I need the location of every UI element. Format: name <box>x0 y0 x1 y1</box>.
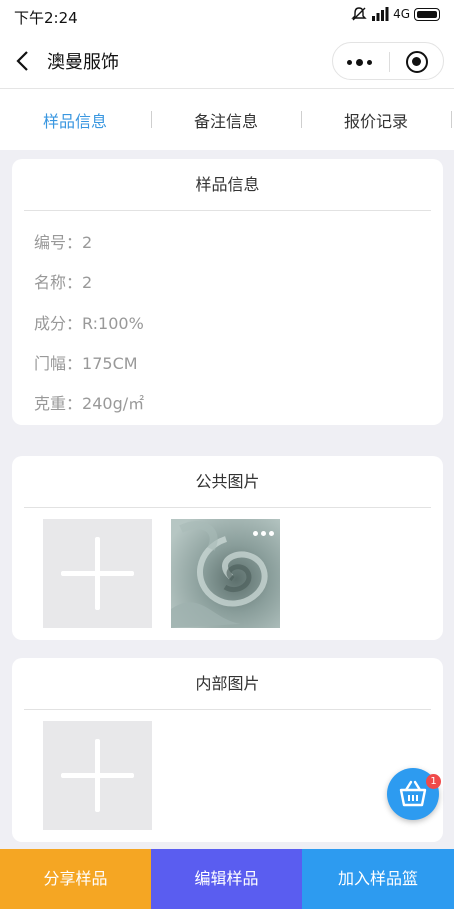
mute-icon <box>351 7 367 21</box>
tab-divider <box>451 111 452 128</box>
share-sample-button[interactable]: 分享样品 <box>0 849 151 909</box>
info-label: 名称 <box>34 273 67 292</box>
mini-program-capsule <box>332 42 444 80</box>
info-label: 门幅 <box>34 354 67 373</box>
status-bar: 下午2:24 4G <box>0 0 454 34</box>
close-target-icon[interactable] <box>406 51 428 73</box>
image-more-icon[interactable] <box>253 531 274 536</box>
sample-basket-button[interactable]: 1 <box>387 768 441 820</box>
add-image-button[interactable] <box>43 519 152 628</box>
info-label: 成分 <box>34 314 67 333</box>
add-to-basket-button[interactable]: 加入样品篮 <box>302 849 454 909</box>
sample-info-title: 样品信息 <box>24 159 431 211</box>
capsule-divider <box>389 52 390 72</box>
page-title: 澳曼服饰 <box>47 52 119 73</box>
info-value: 175CM <box>82 354 138 373</box>
info-row-weight: 克重：240g/㎡ <box>34 394 145 413</box>
network-label: 4G <box>393 7 410 21</box>
chevron-left-icon[interactable] <box>14 47 34 75</box>
add-internal-image-button[interactable] <box>43 721 152 830</box>
info-value: 2 <box>82 273 93 292</box>
internal-images-title: 内部图片 <box>24 658 431 710</box>
edit-sample-button[interactable]: 编辑样品 <box>151 849 302 909</box>
tab-bar: 样品信息 备注信息 报价记录 <box>0 88 454 150</box>
info-value: 2 <box>82 233 93 252</box>
public-images-card: 公共图片 <box>12 456 443 640</box>
info-label: 编号 <box>34 233 67 252</box>
status-icons: 4G <box>351 6 440 22</box>
status-time: 下午2:24 <box>14 9 78 27</box>
info-row-id: 编号：2 <box>34 233 93 252</box>
fabric-image-thumbnail[interactable] <box>171 519 280 628</box>
more-icon[interactable] <box>347 59 372 66</box>
info-label: 克重 <box>34 394 67 413</box>
nav-bar: 澳曼服饰 <box>0 34 454 88</box>
signal-icon <box>372 7 389 21</box>
info-row-width: 门幅：175CM <box>34 354 138 373</box>
info-row-composition: 成分：R:100% <box>34 314 144 333</box>
info-value: R:100% <box>82 314 144 333</box>
bottom-action-bar: 分享样品 编辑样品 加入样品篮 <box>0 849 454 909</box>
battery-icon <box>414 7 440 21</box>
basket-count-badge: 1 <box>426 774 441 789</box>
info-value: 240g/㎡ <box>82 394 145 413</box>
internal-images-card: 内部图片 <box>12 658 443 842</box>
public-images-title: 公共图片 <box>24 456 431 508</box>
tab-quote-records[interactable]: 报价记录 <box>301 108 451 132</box>
tab-sample-info[interactable]: 样品信息 <box>0 108 150 132</box>
info-row-name: 名称：2 <box>34 273 93 292</box>
tab-remark-info[interactable]: 备注信息 <box>151 108 301 132</box>
sample-info-card: 样品信息 编号：2 名称：2 成分：R:100% 门幅：175CM 克重：240… <box>12 159 443 425</box>
